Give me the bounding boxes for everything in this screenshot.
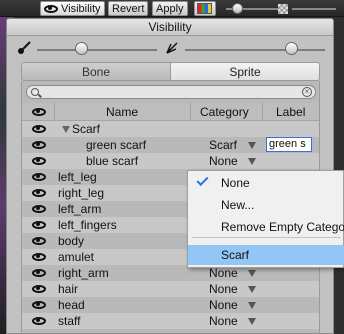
row-name: blue scarf — [86, 154, 139, 168]
zoom-slider-track[interactable] — [292, 8, 336, 10]
checkmark-icon — [196, 173, 209, 187]
table-row-group[interactable]: Scarf — [22, 121, 319, 137]
row-name: left_leg — [58, 170, 97, 184]
sprite-slider-track[interactable] — [185, 49, 325, 51]
row-name: amulet — [58, 250, 95, 264]
brightness-slider-knob[interactable] — [232, 3, 243, 14]
row-name: hair — [58, 282, 79, 296]
row-name: Scarf — [72, 122, 101, 136]
column-header-label[interactable]: Label — [276, 105, 305, 119]
tab-sprite[interactable]: Sprite — [171, 62, 320, 81]
search-input[interactable]: × — [26, 85, 316, 99]
revert-button-label: Revert — [112, 2, 145, 15]
apply-button-label: Apply — [156, 2, 184, 15]
menu-item-label: Remove Empty Categories — [221, 220, 344, 234]
visibility-eye-icon[interactable] — [32, 173, 46, 181]
menu-item-remove-empty-categories[interactable]: Remove Empty Categories — [188, 217, 344, 237]
category-dropdown-arrow-icon[interactable] — [248, 270, 256, 277]
menu-item-label: New... — [221, 198, 255, 212]
row-name: body — [58, 234, 85, 248]
visibility-eye-icon[interactable] — [32, 205, 46, 213]
visibility-eye-icon[interactable] — [32, 269, 46, 277]
visibility-toggle-button[interactable]: Visibility — [40, 1, 105, 16]
column-divider — [190, 103, 191, 121]
category-select[interactable]: Scarf — [209, 138, 237, 152]
menu-item-label: None — [221, 176, 250, 190]
transparency-icon — [278, 4, 288, 14]
category-dropdown-arrow-icon[interactable] — [248, 318, 256, 325]
column-header-name[interactable]: Name — [106, 105, 138, 119]
table-row[interactable]: head None — [22, 297, 319, 313]
menu-separator — [192, 237, 341, 238]
apply-button[interactable]: Apply — [152, 1, 188, 16]
color-mode-button[interactable] — [194, 1, 216, 16]
row-name: staff — [58, 314, 81, 328]
bone-brush-icon — [18, 41, 31, 54]
visibility-eye-icon[interactable] — [32, 237, 46, 245]
row-name: head — [58, 298, 85, 312]
header-eye-icon[interactable] — [32, 108, 46, 116]
row-name: left_fingers — [58, 218, 117, 232]
visibility-eye-icon[interactable] — [32, 189, 46, 197]
table-header: Name Category Label — [22, 103, 319, 121]
menu-item-scarf[interactable]: Scarf — [188, 245, 344, 265]
top-toolbar: Visibility Revert Apply — [0, 0, 344, 17]
bone-slider-knob[interactable] — [75, 42, 88, 55]
menu-item-none[interactable]: None — [188, 173, 344, 193]
menu-item-new[interactable]: New... — [188, 195, 344, 215]
revert-button[interactable]: Revert — [108, 1, 149, 16]
eye-icon — [44, 4, 58, 13]
table-row[interactable]: blue scarf None — [22, 153, 319, 169]
color-channels-icon — [197, 3, 212, 14]
panel-title: Visibility — [7, 19, 333, 36]
expand-arrow-icon[interactable] — [62, 126, 70, 133]
column-divider — [262, 103, 263, 121]
menu-item-label: Scarf — [221, 248, 250, 262]
visibility-eye-icon[interactable] — [32, 301, 46, 309]
visibility-button-label: Visibility — [61, 2, 101, 15]
clear-search-icon[interactable]: × — [302, 87, 312, 97]
search-icon — [31, 88, 39, 96]
label-input[interactable]: green s — [266, 137, 312, 152]
visibility-eye-icon[interactable] — [32, 253, 46, 261]
visibility-eye-icon[interactable] — [32, 141, 46, 149]
row-name: green scarf — [86, 138, 147, 152]
column-header-category[interactable]: Category — [200, 105, 249, 119]
category-select[interactable]: None — [209, 298, 238, 312]
sprite-slider-knob[interactable] — [285, 42, 298, 55]
row-name: left_arm — [58, 202, 102, 216]
category-dropdown-menu: None New... Remove Empty Categories Scar… — [187, 170, 344, 268]
table-row[interactable]: hair None — [22, 281, 319, 297]
row-name: right_arm — [58, 266, 109, 280]
bone-opacity-slider[interactable] — [7, 39, 167, 59]
sprite-opacity-slider[interactable] — [155, 39, 333, 59]
table-row[interactable]: staff None — [22, 313, 319, 329]
tab-bar: Bone Sprite — [21, 62, 320, 81]
visibility-eye-icon[interactable] — [32, 221, 46, 229]
bone-slider-track[interactable] — [37, 49, 157, 51]
category-select[interactable]: None — [209, 282, 238, 296]
tab-bone[interactable]: Bone — [21, 62, 171, 81]
column-divider — [54, 103, 55, 121]
table-row[interactable]: green scarf Scarf green s — [22, 137, 319, 153]
category-dropdown-arrow-icon[interactable] — [248, 142, 256, 149]
sprite-brush-icon — [166, 42, 178, 54]
category-select[interactable]: None — [209, 154, 238, 168]
category-select[interactable]: None — [209, 266, 238, 280]
visibility-eye-icon[interactable] — [32, 125, 46, 133]
visibility-eye-icon[interactable] — [32, 285, 46, 293]
visibility-eye-icon[interactable] — [32, 317, 46, 325]
visibility-eye-icon[interactable] — [32, 157, 46, 165]
row-name: right_leg — [58, 186, 105, 200]
category-dropdown-arrow-icon[interactable] — [248, 286, 256, 293]
category-dropdown-arrow-icon[interactable] — [248, 302, 256, 309]
category-select[interactable]: None — [209, 314, 238, 328]
category-dropdown-arrow-icon[interactable] — [248, 158, 256, 165]
